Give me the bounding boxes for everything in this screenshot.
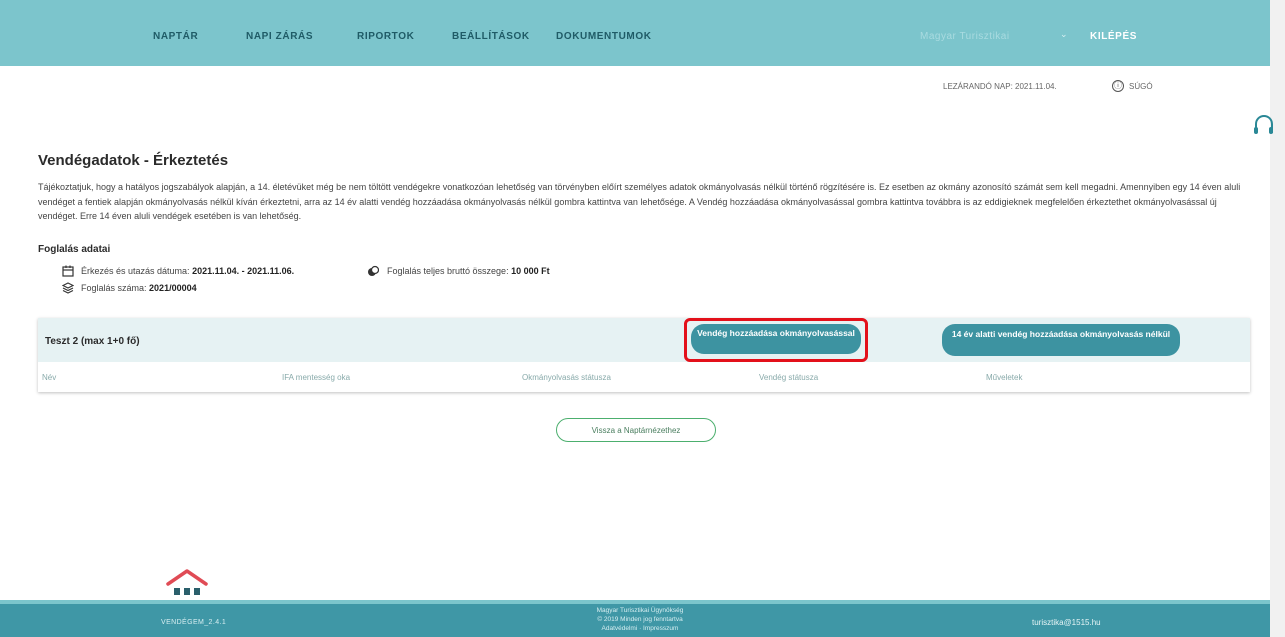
- logout-button[interactable]: KILÉPÉS: [1090, 31, 1137, 42]
- footer-email-link[interactable]: turisztika@1515.hu: [1032, 618, 1101, 627]
- page-title: Vendégadatok - Érkeztetés: [38, 152, 229, 169]
- nav-item-documents[interactable]: DOKUMENTUMOK: [556, 31, 652, 42]
- calendar-icon: [62, 265, 74, 280]
- nav-item-calendar[interactable]: NAPTÁR: [153, 31, 198, 42]
- column-header-name: Név: [42, 373, 57, 382]
- highlight-box: [684, 318, 868, 362]
- booking-section-title: Foglalás adatai: [38, 244, 111, 255]
- headset-support-icon[interactable]: [1254, 115, 1273, 134]
- back-to-calendar-button[interactable]: Vissza a Naptárnézethez: [556, 418, 716, 442]
- column-header-tax-exemption: IFA mentesség oka: [282, 373, 351, 382]
- footer-info: Magyar Turisztikai Ügynökség © 2019 Mind…: [520, 606, 760, 633]
- info-icon[interactable]: ⓘ: [1112, 80, 1124, 92]
- footer-copyright: © 2019 Minden jog fenntartva: [597, 616, 683, 623]
- chevron-down-icon[interactable]: ⌄: [1060, 29, 1068, 40]
- footer-links[interactable]: Adatvédelmi · Impresszum: [520, 624, 760, 633]
- booking-total: Foglalás teljes bruttó összege: 10 000 F…: [387, 266, 550, 276]
- intro-text: Tájékoztatjuk, hogy a hatályos jogszabál…: [38, 182, 1241, 221]
- column-header-doc-status: Okmányolvasás státusza: [522, 373, 611, 382]
- add-child-guest-without-document-button[interactable]: 14 év alatti vendég hozzáadása okmányolv…: [942, 324, 1180, 356]
- money-icon: [367, 265, 380, 280]
- column-header-guest-status: Vendég státusza: [759, 373, 819, 382]
- app-version: VENDÉGEM_2.4.1: [161, 619, 227, 626]
- arrival-departure-dates: Érkezés és utazás dátuma: 2021.11.04. - …: [81, 266, 295, 276]
- column-header-actions: Műveletek: [986, 373, 1023, 382]
- booking-number: Foglalás száma: 2021/00004: [81, 283, 197, 293]
- layers-icon: [61, 282, 75, 297]
- nav-item-settings[interactable]: BEÁLLÍTÁSOK: [452, 31, 530, 42]
- nav-item-daily-close[interactable]: NAPI ZÁRÁS: [246, 31, 313, 42]
- nav-item-reports[interactable]: RIPORTOK: [357, 31, 414, 42]
- closing-day-label: LEZÁRANDÓ NAP: 2021.11.04.: [943, 82, 1057, 91]
- user-menu[interactable]: Magyar Turisztikai: [920, 31, 1010, 42]
- room-title: Teszt 2 (max 1+0 fő): [45, 336, 140, 347]
- footer-org: Magyar Turisztikai Ügynökség: [596, 607, 684, 614]
- page-scrollbar[interactable]: [1270, 0, 1285, 637]
- top-nav-bar: NAPTÁR NAPI ZÁRÁS RIPORTOK BEÁLLÍTÁSOK D…: [0, 0, 1270, 66]
- help-link[interactable]: SÚGÓ: [1129, 82, 1153, 91]
- home-icon[interactable]: [165, 568, 209, 602]
